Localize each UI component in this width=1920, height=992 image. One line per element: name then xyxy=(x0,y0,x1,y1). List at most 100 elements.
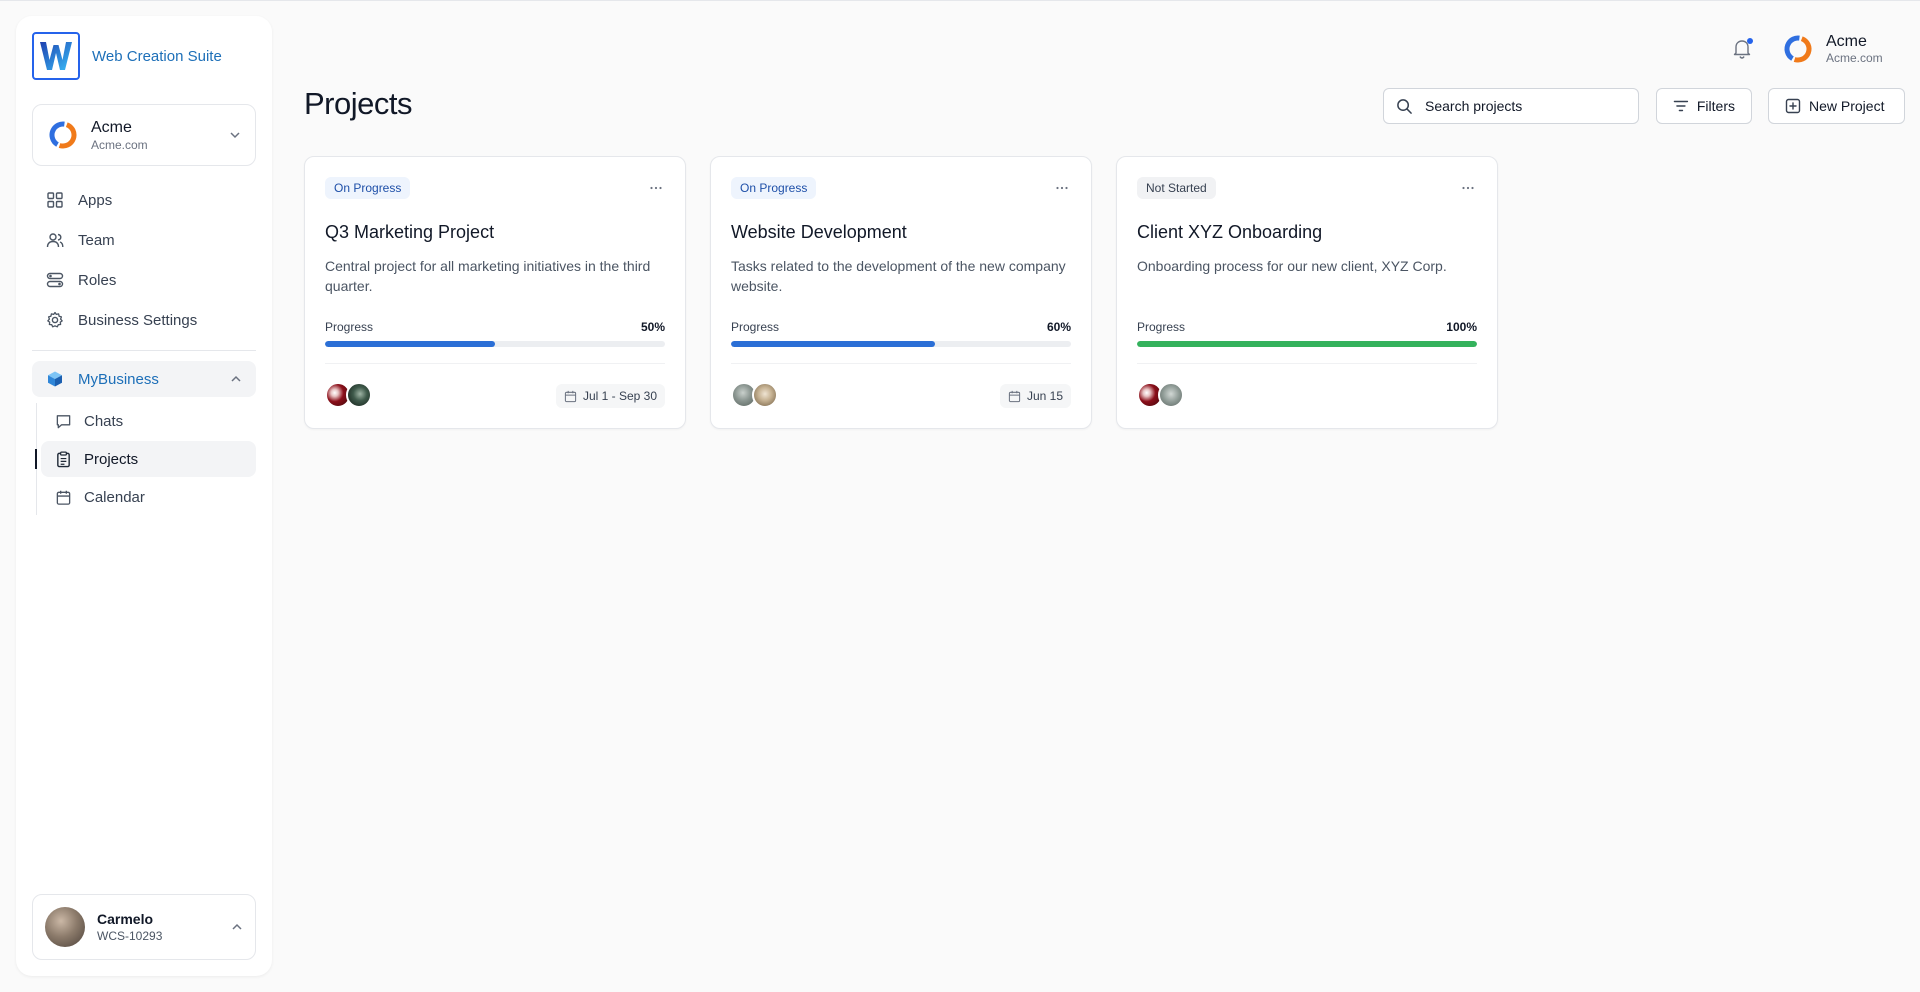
sidebar-item-label: Projects xyxy=(84,450,139,468)
account-domain: Acme.com xyxy=(1826,51,1883,65)
progress-label: Progress xyxy=(731,320,780,334)
date-text: Jun 15 xyxy=(1026,389,1063,403)
brand-name: Web Creation Suite xyxy=(92,47,222,65)
user-id: WCS-10293 xyxy=(97,929,163,943)
notification-dot xyxy=(1747,38,1753,44)
gear-icon xyxy=(47,311,63,328)
project-card[interactable]: Not Started Client XYZ Onboarding Onboar… xyxy=(1116,156,1498,429)
more-options-icon[interactable] xyxy=(1053,179,1071,197)
sidebar: Web Creation Suite Acme Acme.com Apps Te… xyxy=(16,16,272,976)
org-switcher[interactable]: Acme Acme.com xyxy=(32,104,256,166)
chevron-up-icon xyxy=(232,923,242,930)
avatar xyxy=(45,907,85,947)
project-card[interactable]: On Progress Website Development Tasks re… xyxy=(710,156,1092,429)
filter-icon xyxy=(1673,100,1689,112)
project-title: Q3 Marketing Project xyxy=(325,222,495,242)
roles-icon xyxy=(46,272,64,288)
search-box xyxy=(1383,88,1639,124)
sidebar-item-label: Apps xyxy=(78,191,113,209)
brand[interactable]: Web Creation Suite xyxy=(32,32,222,80)
calendar-icon xyxy=(56,490,71,505)
org-name: Acme xyxy=(91,118,132,136)
search-icon xyxy=(1397,98,1412,114)
progress-fill xyxy=(1137,341,1477,347)
org-domain: Acme.com xyxy=(91,137,148,152)
status-badge: On Progress xyxy=(731,177,817,199)
sidebar-item-label: Team xyxy=(78,231,115,249)
calendar-icon xyxy=(1008,390,1021,402)
project-description: Tasks related to the development of the … xyxy=(731,258,1066,294)
chat-icon xyxy=(56,414,71,428)
date-badge: Jun 15 xyxy=(999,384,1071,408)
date-badge: Jul 1 - Sep 30 xyxy=(555,384,665,408)
progress-bar xyxy=(1137,341,1477,347)
acme-logo-icon xyxy=(1784,35,1812,63)
sidebar-item-apps[interactable]: Apps xyxy=(32,180,256,220)
search-input[interactable] xyxy=(1425,98,1625,114)
sidebar-item-projects[interactable]: Projects xyxy=(35,441,256,477)
sidebar-nav: Apps Team Roles Business Settings MyBusi… xyxy=(32,180,256,517)
account-name: Acme xyxy=(1826,33,1867,50)
progress-value: 100% xyxy=(1446,320,1477,334)
top-border xyxy=(0,0,1920,1)
progress-value: 50% xyxy=(640,320,665,334)
project-title: Client XYZ Onboarding xyxy=(1137,222,1323,242)
card-divider xyxy=(1137,363,1477,364)
member-avatars xyxy=(325,382,372,408)
chevron-down-icon xyxy=(230,132,240,139)
sidebar-item-label: Business Settings xyxy=(78,311,198,329)
avatar xyxy=(752,382,778,408)
account-menu[interactable]: Acme Acme.com xyxy=(1782,32,1883,66)
sidebar-item-chats[interactable]: Chats xyxy=(41,403,256,439)
plus-square-icon xyxy=(1785,98,1801,114)
user-menu[interactable]: Carmelo WCS-10293 xyxy=(32,894,256,960)
card-divider xyxy=(731,363,1071,364)
nav-divider xyxy=(32,350,256,351)
sidebar-subnav: Chats Projects Calendar xyxy=(35,403,256,515)
sidebar-item-team[interactable]: Team xyxy=(32,220,256,260)
more-options-icon[interactable] xyxy=(1459,179,1477,197)
filters-button[interactable]: Filters xyxy=(1656,88,1752,124)
apps-grid-icon xyxy=(47,192,63,208)
sidebar-group-label: MyBusiness xyxy=(78,370,159,388)
more-options-icon[interactable] xyxy=(647,179,665,197)
status-badge: Not Started xyxy=(1137,177,1216,199)
project-card[interactable]: On Progress Q3 Marketing Project Central… xyxy=(304,156,686,429)
cube-icon xyxy=(48,371,62,387)
sidebar-item-label: Roles xyxy=(78,271,117,289)
member-avatars xyxy=(731,382,778,408)
new-project-label: New Project xyxy=(1809,98,1885,114)
filters-label: Filters xyxy=(1696,98,1735,114)
card-divider xyxy=(325,363,665,364)
progress-bar xyxy=(731,341,1071,347)
team-icon xyxy=(46,233,64,248)
page-title: Projects xyxy=(304,86,412,121)
sidebar-item-roles[interactable]: Roles xyxy=(32,260,256,300)
sidebar-item-business-settings[interactable]: Business Settings xyxy=(32,300,256,340)
clipboard-icon xyxy=(57,451,70,467)
new-project-button[interactable]: New Project xyxy=(1768,88,1905,124)
date-text: Jul 1 - Sep 30 xyxy=(582,389,657,403)
project-title: Website Development xyxy=(731,222,907,242)
project-description: Onboarding process for our new client, X… xyxy=(1137,258,1447,274)
sidebar-item-label: Calendar xyxy=(84,488,145,506)
chevron-up-icon xyxy=(231,375,241,382)
sidebar-item-calendar[interactable]: Calendar xyxy=(41,479,256,515)
progress-value: 60% xyxy=(1046,320,1071,334)
project-description: Central project for all marketing initia… xyxy=(325,258,651,294)
avatar xyxy=(346,382,372,408)
progress-label: Progress xyxy=(325,320,374,334)
member-avatars xyxy=(1137,382,1184,408)
sidebar-group-mybusiness[interactable]: MyBusiness xyxy=(32,361,256,397)
user-name: Carmelo xyxy=(97,911,154,927)
brand-logo-icon xyxy=(32,32,80,80)
acme-logo-icon xyxy=(49,121,77,149)
calendar-icon xyxy=(564,390,577,402)
avatar xyxy=(1158,382,1184,408)
progress-label: Progress xyxy=(1137,320,1186,334)
sidebar-item-label: Chats xyxy=(84,412,124,430)
progress-bar xyxy=(325,341,665,347)
progress-fill xyxy=(325,341,495,347)
status-badge: On Progress xyxy=(325,177,411,199)
progress-fill xyxy=(731,341,935,347)
